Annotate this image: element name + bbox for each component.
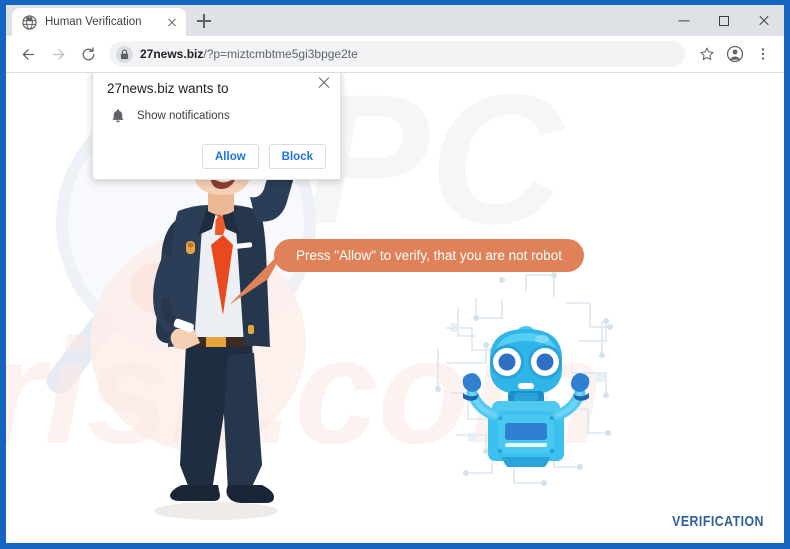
page-viewport: PC risk.com Press "Allow" to verify, tha… <box>6 73 784 542</box>
reload-button[interactable] <box>74 40 102 68</box>
speech-bubble: Press "Allow" to verify, that you are no… <box>274 239 584 272</box>
close-window-icon <box>758 15 770 27</box>
url-host: 27news.biz <box>140 47 204 61</box>
address-bar[interactable]: 27news.biz/?p=miztcmbtme5gi3bpge2te <box>109 41 685 67</box>
site-security-indicator[interactable] <box>116 45 133 63</box>
maximize-icon <box>719 15 729 26</box>
verification-wordmark: VERIFICATION <box>672 513 764 530</box>
notification-permission-dialog: 27news.biz wants to Show notifications A… <box>92 73 341 180</box>
forward-button[interactable] <box>44 40 72 68</box>
star-icon <box>700 47 714 61</box>
dialog-close-icon[interactable] <box>317 76 331 90</box>
dialog-buttons: Allow Block <box>107 144 326 169</box>
speech-bubble-text: Press "Allow" to verify, that you are no… <box>296 248 562 263</box>
back-arrow-icon <box>22 48 34 60</box>
screenshot-frame: Human Verification 27news.biz/?p=miztcmb… <box>0 0 790 549</box>
maximize-button[interactable] <box>704 5 744 36</box>
lock-icon <box>120 48 129 59</box>
close-window-button[interactable] <box>744 5 784 36</box>
bookmark-button[interactable] <box>694 41 720 67</box>
browser-tab[interactable]: Human Verification <box>12 8 186 36</box>
reload-icon <box>82 46 94 60</box>
allow-button[interactable]: Allow <box>202 144 259 169</box>
minimize-icon <box>678 19 690 22</box>
url-text: 27news.biz/?p=miztcmbtme5gi3bpge2te <box>140 47 358 61</box>
friendly-robot-illustration <box>462 326 590 467</box>
block-button[interactable]: Block <box>268 144 326 169</box>
back-button[interactable] <box>14 40 42 68</box>
new-tab-button[interactable] <box>190 7 218 35</box>
browser-toolbar: 27news.biz/?p=miztcmbtme5gi3bpge2te <box>6 36 784 73</box>
three-dot-menu-icon <box>761 48 765 60</box>
dialog-title: 27news.biz wants to <box>107 81 229 96</box>
account-avatar-icon <box>726 45 744 63</box>
url-path: /?p=miztcmbtme5gi3bpge2te <box>203 47 358 61</box>
window-controls <box>664 5 784 36</box>
permission-row: Show notifications <box>107 108 326 124</box>
tab-strip: Human Verification <box>6 5 784 36</box>
globe-icon <box>22 14 37 30</box>
bell-icon <box>112 109 124 123</box>
tab-close-icon[interactable] <box>164 14 180 30</box>
profile-button[interactable] <box>722 41 748 67</box>
forward-arrow-icon <box>52 48 64 60</box>
tab-title: Human Verification <box>45 16 142 28</box>
browser-window: Human Verification 27news.biz/?p=miztcmb… <box>6 5 784 543</box>
browser-menu-button[interactable] <box>750 41 776 67</box>
minimize-button[interactable] <box>664 5 704 36</box>
svg-text:PC: PC <box>306 73 565 263</box>
permission-label: Show notifications <box>137 110 230 122</box>
